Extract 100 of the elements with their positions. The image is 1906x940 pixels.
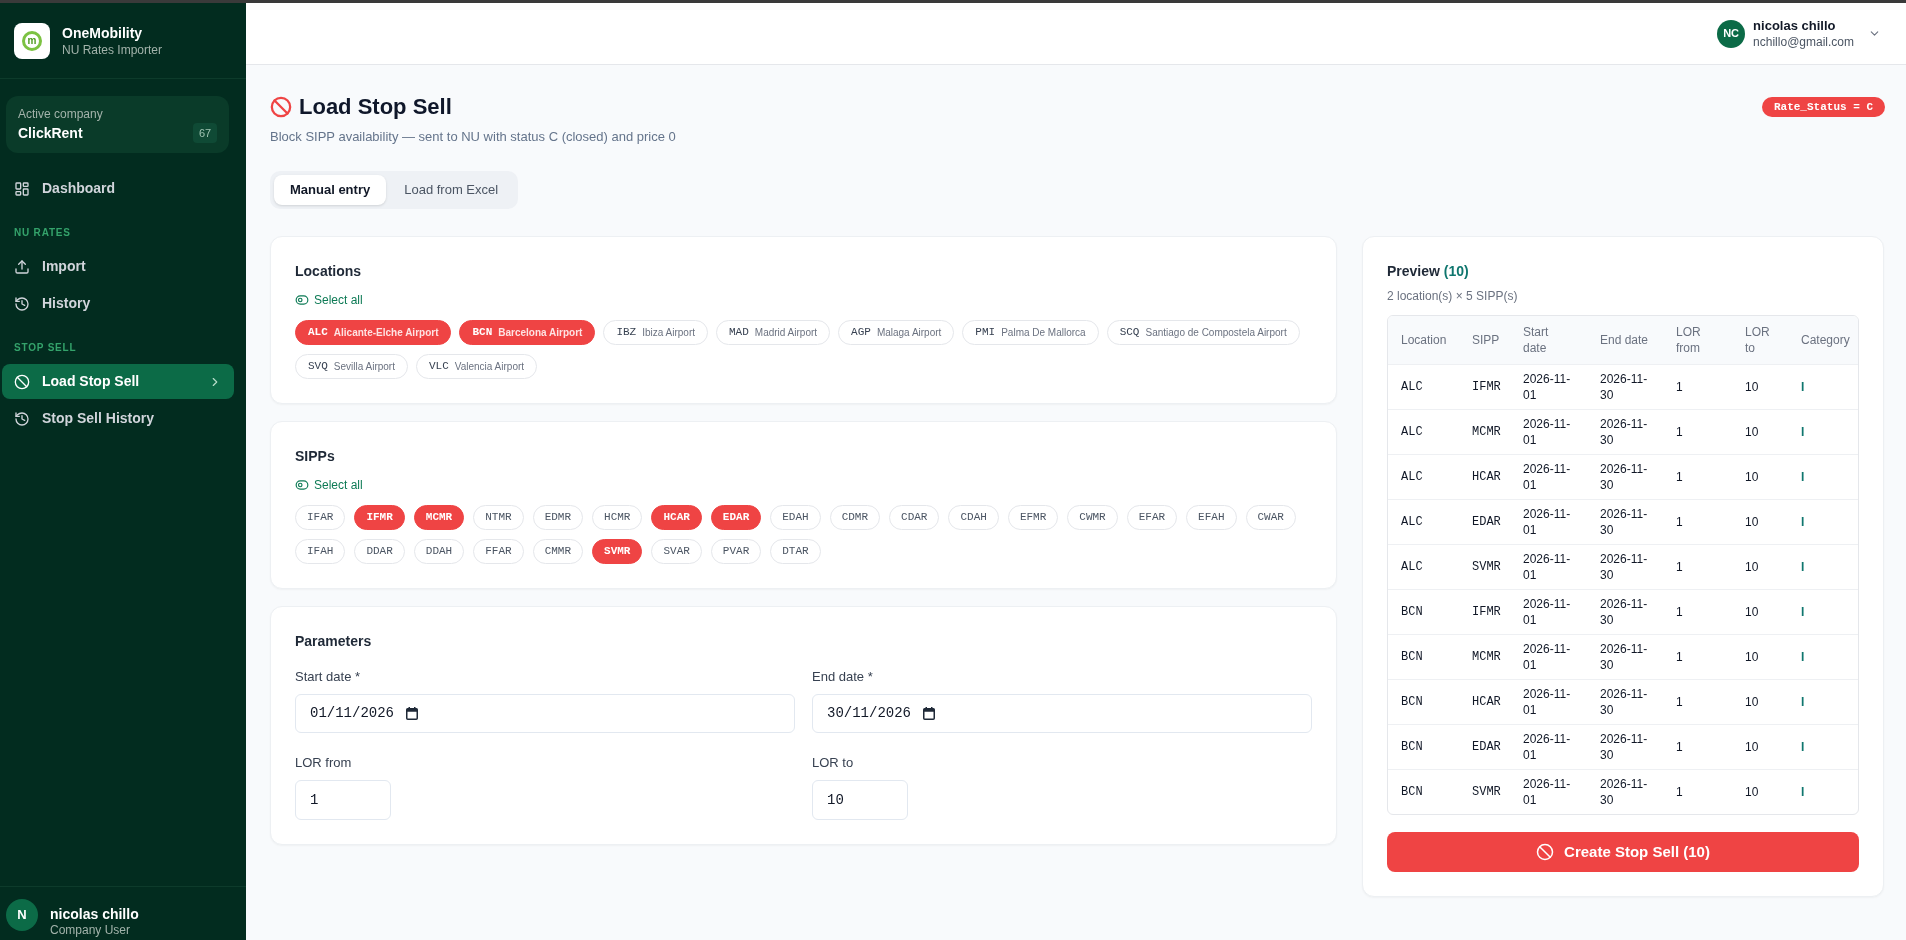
calendar-icon[interactable] [406,707,418,720]
sipp-chip[interactable]: HCMR [592,505,643,530]
create-stop-sell-button[interactable]: Create Stop Sell (10) [1387,832,1859,872]
table-cell: EDAR [1459,499,1510,545]
tab[interactable]: Manual entry [274,175,387,205]
sipp-chip[interactable]: EFAH [1186,505,1237,530]
column-header: Location [1388,316,1459,365]
calendar-icon[interactable] [923,707,935,720]
user-email: nchillo@gmail.com [1753,33,1854,50]
sipp-chip[interactable]: EFAR [1126,505,1178,530]
select-all-button[interactable]: Select all [295,476,363,494]
sipp-chip[interactable]: IFMR [354,505,405,530]
location-chip[interactable]: MAD Madrid Airport [716,320,831,345]
sipp-chip[interactable]: IFAH [295,539,346,564]
app-logo: m [14,22,50,59]
page-subtitle: Block SIPP availability — sent to NU with status C (closed) and price 0 [270,128,677,146]
sipp-chip[interactable]: CWAR [1245,505,1296,530]
location-chip[interactable]: AGP Malaga Airport [838,320,955,345]
preview-title: Preview (10) [1387,262,1470,281]
sipp-chip[interactable]: IFAR [295,505,346,530]
user-avatar: NC [1717,19,1746,48]
sipp-chip[interactable]: MCMR [413,505,465,530]
table-cell: 2026-11-01 [1510,724,1587,770]
table-cell: BCN [1388,724,1459,770]
sipp-chip[interactable]: EDAR [710,505,762,530]
location-chip[interactable]: ALC Alicante-Elche Airport [295,320,452,345]
table-cell: 10 [1732,409,1788,455]
table-cell: IFMR [1459,589,1510,635]
number-field[interactable]: 10 [812,780,908,820]
table-cell: 2026-11-30 [1587,364,1663,410]
field-label: End date * [812,668,874,686]
table-cell: MCMR [1459,634,1510,680]
ban-icon [1536,843,1555,861]
table-cell: I [1788,724,1858,770]
section-heading: STOP SELL [13,341,78,355]
table-cell: 2026-11-30 [1587,634,1663,680]
location-chip[interactable]: SVQ Sevilla Airport [295,354,408,379]
column-header: SIPP [1459,316,1510,365]
location-chip[interactable]: BCN Barcelona Airport [459,320,596,345]
page-title: Load Stop Sell [299,93,452,121]
sipp-chip[interactable]: EFMR [1007,505,1059,530]
sipp-chip[interactable]: CMMR [532,539,584,564]
location-chip[interactable]: SCQ Santiago de Compostela Airport [1106,320,1300,345]
toggle-icon [295,478,309,492]
location-chip[interactable]: PMI Palma De Mallorca [962,320,1099,345]
table-cell: HCAR [1459,454,1510,500]
ban-icon [14,373,30,390]
sipp-chip[interactable]: CWMR [1067,505,1118,530]
table-cell: I [1788,499,1858,545]
ban-icon [270,96,292,118]
sipp-chip[interactable]: SVMR [592,539,643,564]
sipp-chip[interactable]: DDAR [354,539,405,564]
sipp-chip[interactable]: EDMR [532,505,584,530]
sipp-chip[interactable]: SVAR [651,539,702,564]
select-all-button[interactable]: Select all [295,291,363,309]
sidebar-item[interactable]: Dashboard [2,171,234,206]
user-name: nicolas chillo [1753,17,1837,34]
table-cell: 10 [1732,364,1788,410]
table-cell: I [1788,634,1858,680]
location-chip[interactable]: IBZ Ibiza Airport [603,320,708,345]
column-header: End date [1587,316,1663,365]
table-cell: 1 [1663,724,1732,770]
sipp-chip[interactable]: CDMR [829,505,881,530]
tab[interactable]: Load from Excel [388,175,515,205]
sidebar-item[interactable]: Import [2,249,234,284]
table-cell: 2026-11-30 [1587,589,1663,635]
table-cell: 2026-11-30 [1587,409,1663,455]
table-cell: 1 [1663,409,1732,455]
sipp-chip[interactable]: EDAH [770,505,821,530]
number-field[interactable]: 1 [295,780,391,820]
table-cell: 2026-11-30 [1587,454,1663,500]
company-card[interactable]: Active company ClickRent 67 [6,96,229,153]
date-field[interactable]: 01/11/2026 [295,694,795,733]
table-cell: 10 [1732,724,1788,770]
table-cell: 2026-11-01 [1510,589,1587,635]
table-cell: 2026-11-30 [1587,769,1663,814]
sipp-chip[interactable]: DDAH [413,539,465,564]
date-field[interactable]: 30/11/2026 [812,694,1312,733]
sipp-chip[interactable]: CDAH [948,505,999,530]
sipp-chip[interactable]: NTMR [473,505,524,530]
table-cell: I [1788,679,1858,725]
sidebar-item[interactable]: History [2,286,234,321]
table-cell: IFMR [1459,364,1510,410]
column-header: Start date [1510,316,1587,365]
sipp-chip[interactable]: PVAR [710,539,762,564]
sipp-chip[interactable]: DTAR [770,539,821,564]
sidebar-item[interactable]: Load Stop Sell [2,364,234,399]
table-cell: SVMR [1459,769,1510,814]
sipp-chip[interactable]: FFAR [473,539,524,564]
sidebar-item[interactable]: Stop Sell History [2,401,234,436]
table-cell: 2026-11-01 [1510,499,1587,545]
card-title: Parameters [295,632,373,651]
table-cell: 10 [1732,679,1788,725]
table-cell: BCN [1388,589,1459,635]
table-cell: I [1788,409,1858,455]
location-chip[interactable]: VLC Valencia Airport [415,354,538,379]
table-cell: 2026-11-01 [1510,634,1587,680]
sipp-chip[interactable]: CDAR [889,505,940,530]
sipp-chip[interactable]: HCAR [651,505,702,530]
table-cell: I [1788,364,1858,410]
